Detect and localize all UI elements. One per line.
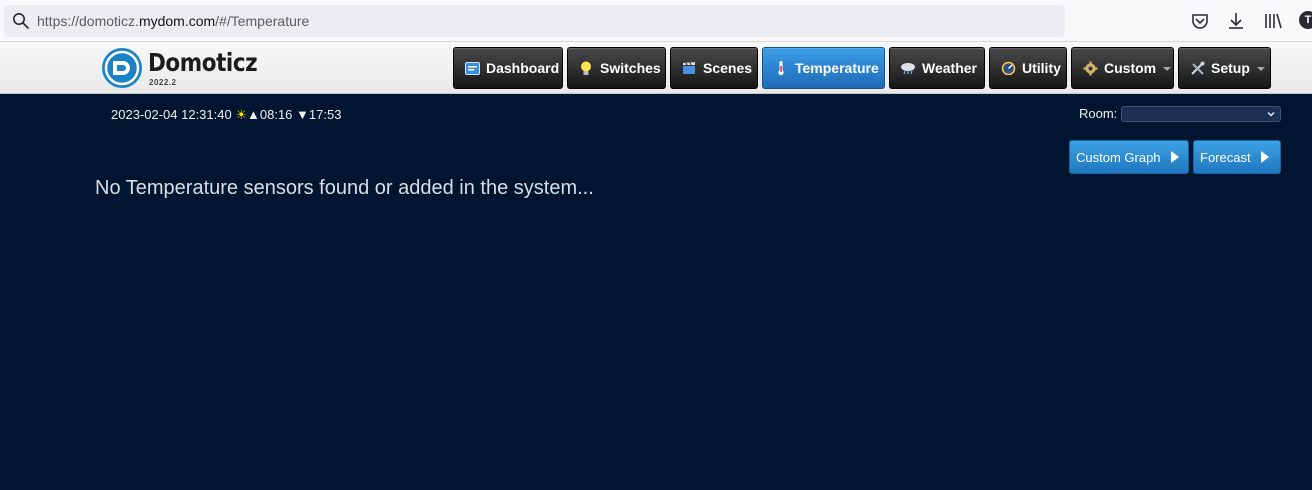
version-label: 2022.2 xyxy=(149,78,177,87)
clock-sun-times: 2023-02-04 12:31:40 ☀▲08:16 ▼17:53 xyxy=(111,107,341,123)
nav-scenes[interactable]: Scenes xyxy=(670,47,758,89)
nav-dashboard[interactable]: Dashboard xyxy=(453,47,563,89)
nav-scenes-label: Scenes xyxy=(703,60,753,76)
nav-switches-label: Switches xyxy=(600,60,661,76)
sunset-icon: ▼ xyxy=(296,107,309,122)
address-bar[interactable]: https://domoticz.mydom.com/#/Temperature xyxy=(4,5,1065,37)
nav-setup[interactable]: Setup xyxy=(1178,47,1271,89)
address-text[interactable]: https://domoticz.mydom.com/#/Temperature xyxy=(37,13,309,29)
room-select[interactable] xyxy=(1121,106,1281,122)
chevron-down-icon xyxy=(1256,66,1265,71)
url-path: /#/Temperature xyxy=(215,13,310,29)
download-icon[interactable] xyxy=(1226,11,1246,31)
sunrise-time: 08:16 xyxy=(259,107,293,122)
nav-custom-label: Custom xyxy=(1104,60,1157,76)
dashboard-icon xyxy=(464,60,480,76)
forecast-button[interactable]: Forecast xyxy=(1193,140,1281,174)
pocket-icon[interactable] xyxy=(1190,11,1210,31)
nav-weather-label: Weather xyxy=(922,60,977,76)
custom-graph-label: Custom Graph xyxy=(1076,149,1161,165)
nav-utility[interactable]: Utility xyxy=(989,47,1067,89)
nav-temperature-label: Temperature xyxy=(795,60,879,76)
clapperboard-icon xyxy=(681,60,697,76)
forecast-label: Forecast xyxy=(1200,149,1251,165)
sunrise-icon: ▲ xyxy=(247,107,260,122)
chevron-down-icon xyxy=(1163,66,1172,71)
brand-title: Domoticz xyxy=(148,48,258,77)
current-datetime: 2023-02-04 12:31:40 xyxy=(111,107,232,122)
nav-temperature[interactable]: Temperature xyxy=(762,47,885,89)
library-icon[interactable] xyxy=(1263,11,1283,31)
sun-icon: ☀ xyxy=(235,107,247,122)
tools-icon xyxy=(1189,60,1205,76)
play-arrow-icon xyxy=(1170,151,1179,163)
play-arrow-icon xyxy=(1260,151,1269,163)
nav-custom[interactable]: Custom xyxy=(1071,47,1174,89)
gear-icon xyxy=(1082,60,1098,76)
room-label: Room: xyxy=(1079,106,1118,121)
browser-toolbar: https://domoticz.mydom.com/#/Temperature… xyxy=(0,0,1312,42)
thermometer-icon xyxy=(773,60,789,76)
domoticz-logo-icon xyxy=(102,48,142,88)
nav-utility-label: Utility xyxy=(1022,60,1061,76)
custom-graph-button[interactable]: Custom Graph xyxy=(1069,140,1189,174)
nav-dashboard-label: Dashboard xyxy=(486,60,560,76)
app-header: Domoticz 2022.2 Dashboard Switches Scene… xyxy=(0,42,1312,94)
empty-state-message: No Temperature sensors found or added in… xyxy=(95,177,594,199)
lightbulb-icon xyxy=(578,60,594,76)
profile-avatar[interactable]: T xyxy=(1299,11,1312,29)
gauge-icon xyxy=(1000,60,1016,76)
nav-switches[interactable]: Switches xyxy=(567,47,666,89)
sunset-time: 17:53 xyxy=(308,107,342,122)
url-host: mydom.com xyxy=(138,13,216,29)
search-icon xyxy=(13,13,29,29)
nav-weather[interactable]: Weather xyxy=(889,47,985,89)
nav-setup-label: Setup xyxy=(1211,60,1250,76)
url-prefix: https://domoticz. xyxy=(37,13,139,29)
chevron-down-icon xyxy=(1267,111,1275,117)
cloud-rain-icon xyxy=(900,60,916,76)
